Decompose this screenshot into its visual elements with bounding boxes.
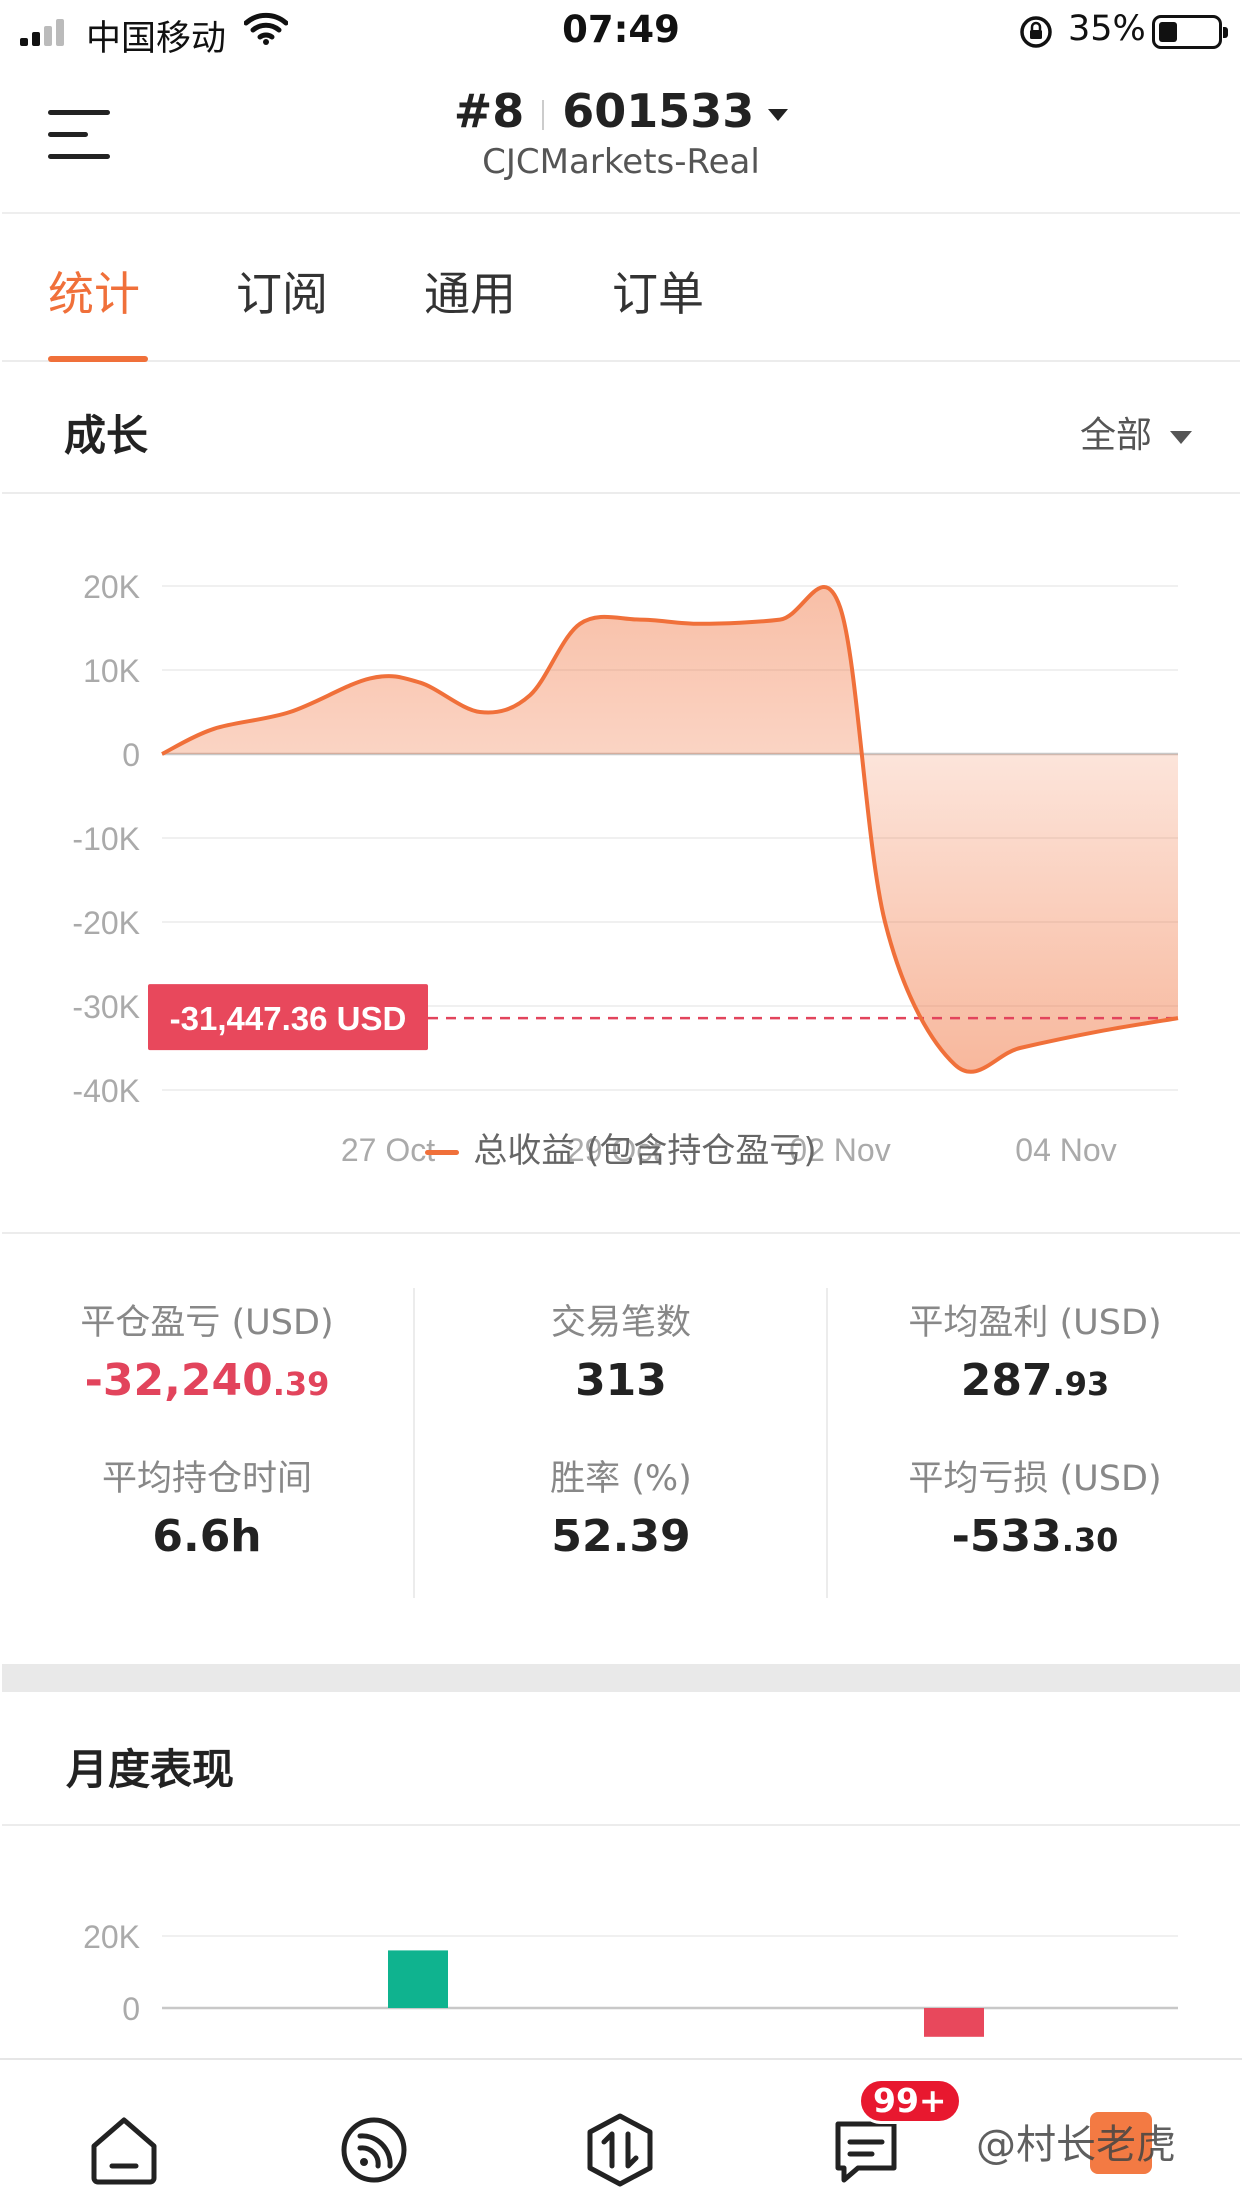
stat-value: 287.93 <box>828 1355 1242 1406</box>
tab-subscriptions[interactable]: 订阅 <box>236 258 328 324</box>
y-tick-label: 20K <box>83 569 140 605</box>
growth-data-point <box>953 1063 957 1067</box>
y-tick-label: -10K <box>72 821 140 857</box>
title-separator <box>542 99 545 130</box>
growth-data-point <box>478 710 482 714</box>
stat-value-int: 287 <box>960 1355 1053 1406</box>
app-header: #8 601533 CJCMarkets-Real <box>0 62 1242 212</box>
account-selector[interactable]: #8 601533 <box>0 84 1242 138</box>
dropdown-caret-icon <box>768 108 789 121</box>
growth-data-point <box>698 622 702 626</box>
trade-icon[interactable] <box>580 2110 660 2190</box>
y-tick-label: 10K <box>83 653 140 689</box>
stat-closed-pl: 平仓盈亏 (USD) -32,240.39 <box>0 1294 414 1406</box>
stat-label: 平均亏损 (USD) <box>908 1459 1162 1499</box>
y-tick-label: -20K <box>72 905 140 941</box>
growth-filter-label: 全部 <box>1079 415 1152 456</box>
stat-win-rate: 胜率 (%) 52.39 <box>414 1450 828 1562</box>
stat-value-int: -32,240 <box>84 1355 273 1406</box>
stat-value: -533.30 <box>828 1511 1242 1562</box>
stat-value: 52.39 <box>551 1511 691 1562</box>
stat-avg-hold-time: 平均持仓时间 6.6h <box>0 1450 414 1562</box>
y-tick-label: -40K <box>72 1073 140 1109</box>
stat-value-dec: .93 <box>1052 1365 1110 1403</box>
growth-section-header: 成长 全部 <box>2 362 1240 494</box>
stat-value-dec: .39 <box>272 1365 330 1403</box>
legend-label: 总收益 (包含持仓盈亏) <box>473 1131 817 1171</box>
section-spacer <box>2 1664 1240 1692</box>
stat-value: -32,240.39 <box>0 1355 414 1406</box>
growth-data-point <box>883 920 887 924</box>
growth-data-point <box>368 676 372 680</box>
y-tick-label: 0 <box>122 737 140 773</box>
stat-label: 平均盈利 (USD) <box>908 1303 1162 1343</box>
server-name: CJCMarkets-Real <box>482 142 760 182</box>
filter-caret-icon <box>1170 430 1192 444</box>
stat-label: 交易笔数 <box>550 1303 691 1343</box>
growth-data-point <box>578 622 582 626</box>
bar-y-tick-label: 20K <box>83 1919 140 1955</box>
stat-avg-profit: 平均盈利 (USD) 287.93 <box>828 1294 1242 1406</box>
growth-data-point <box>638 618 642 622</box>
tab-orders[interactable]: 订单 <box>612 258 704 324</box>
stats-grid: 平仓盈亏 (USD) -32,240.39 交易笔数 313 平均盈利 (USD… <box>0 1234 1242 1664</box>
growth-data-point <box>160 752 164 756</box>
tab-general[interactable]: 通用 <box>424 258 516 324</box>
bar-y-tick-label: 0 <box>122 1991 140 2027</box>
growth-range-filter[interactable]: 全部 <box>1080 406 1192 458</box>
tab-bar: 统计 订阅 通用 订单 <box>2 212 1240 362</box>
monthly-bar[interactable] <box>924 2008 984 2037</box>
growth-title: 成长 <box>64 411 149 460</box>
chart-legend: 总收益 (包含持仓盈亏) <box>0 1123 1242 1172</box>
growth-data-point <box>418 681 422 685</box>
growth-data-point <box>288 710 292 714</box>
current-value-label: -31,447.36 USD <box>170 1000 407 1037</box>
growth-data-point <box>778 618 782 622</box>
home-icon[interactable] <box>84 2110 164 2190</box>
account-number: #8 <box>453 84 525 138</box>
watermark: @村长老虎 <box>976 2122 1176 2168</box>
stat-value-int: -533 <box>951 1511 1062 1562</box>
clock: 07:49 <box>562 8 680 51</box>
status-bar: 中国移动 07:49 35% <box>0 0 1242 62</box>
monthly-bar-chart: 20K 0 <box>83 1919 1178 2037</box>
stat-trade-count: 交易笔数 313 <box>414 1294 828 1406</box>
legend-swatch <box>425 1150 460 1155</box>
growth-data-point <box>838 605 842 609</box>
growth-data-point <box>1098 1029 1102 1033</box>
stat-value-dec: .30 <box>1061 1521 1119 1559</box>
monthly-bar[interactable] <box>388 1950 448 2008</box>
feed-icon[interactable] <box>334 2110 414 2190</box>
monthly-title: 月度表现 <box>66 1745 235 1794</box>
rotation-lock-icon <box>1020 16 1052 48</box>
account-id: 601533 <box>562 84 755 138</box>
monthly-section-header: 月度表现 <box>2 1692 1240 1826</box>
growth-data-point <box>1176 1016 1180 1020</box>
battery-percent: 35% <box>1068 9 1146 49</box>
growth-data-point <box>528 693 532 697</box>
stat-label: 平均持仓时间 <box>101 1459 312 1499</box>
stat-label: 胜率 (%) <box>550 1459 692 1499</box>
stat-value: 6.6h <box>152 1511 262 1562</box>
stat-avg-loss: 平均亏损 (USD) -533.30 <box>828 1450 1242 1562</box>
growth-data-point <box>1018 1046 1022 1050</box>
growth-data-point <box>212 727 216 731</box>
tab-statistics[interactable]: 统计 <box>48 258 140 324</box>
battery-icon <box>1152 15 1228 49</box>
stat-label: 平仓盈亏 (USD) <box>80 1303 334 1343</box>
y-tick-label: -30K <box>72 989 140 1025</box>
stat-value: 313 <box>575 1355 667 1406</box>
notification-badge: 99+ <box>858 2078 962 2124</box>
